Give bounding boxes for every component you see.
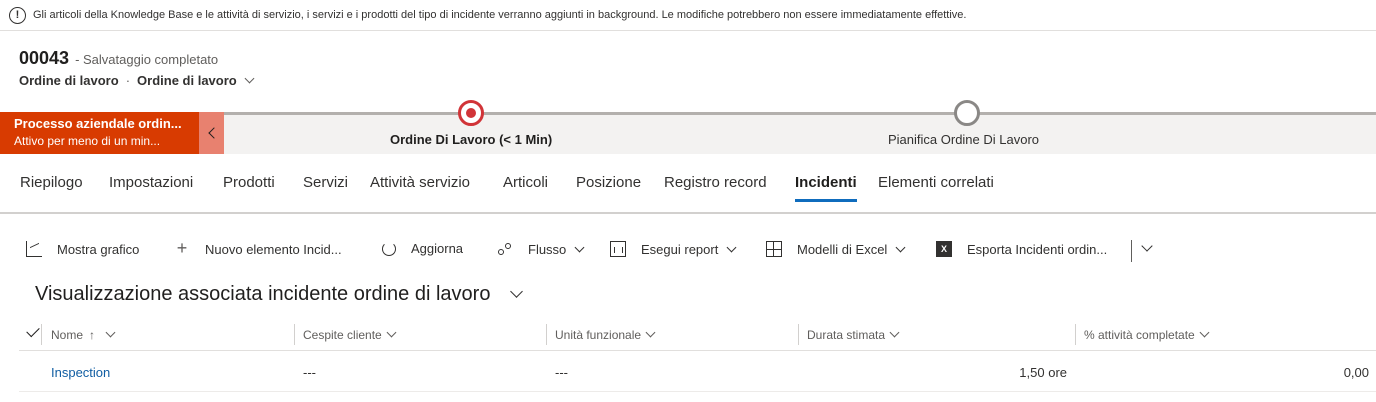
tab-articoli[interactable]: Articoli: [503, 174, 548, 191]
tab-riepilogo[interactable]: Riepilogo: [20, 174, 83, 191]
flow-label: Flusso: [528, 241, 567, 257]
run-report-label: Esegui report: [641, 241, 719, 257]
chart-icon: [26, 241, 42, 257]
business-process-flow: Processo aziendale ordin... Attivo per m…: [0, 100, 1376, 154]
chevron-down-icon: [1199, 327, 1210, 338]
stage-label-ordine-di-lavoro[interactable]: Ordine Di Lavoro (< 1 Min): [390, 132, 552, 147]
refresh-icon: [382, 241, 396, 256]
column-separator: [798, 324, 799, 345]
chevron-down-icon: [726, 242, 737, 252]
flow-icon: [497, 241, 513, 257]
entity-name: Ordine di lavoro: [19, 73, 119, 88]
plus-icon: +: [176, 238, 188, 258]
record-header: 00043 - Salvataggio completato Ordine di…: [19, 48, 255, 88]
column-header-durata[interactable]: Durata stimata: [807, 318, 900, 351]
show-chart-label: Mostra grafico: [57, 241, 140, 257]
notification-text: Gli articoli della Knowledge Base e le a…: [33, 9, 967, 21]
tab-prodotti[interactable]: Prodotti: [223, 174, 275, 191]
column-label: Cespite cliente: [303, 327, 382, 342]
process-duration: Attivo per meno di un min...: [14, 134, 161, 148]
info-icon: !: [9, 6, 26, 24]
column-separator: [546, 324, 547, 345]
table-row[interactable]: Inspection --- --- 1,50 ore 0,00: [19, 352, 1376, 392]
excel-export-icon: X: [936, 241, 952, 257]
estimated-duration-cell: 1,50 ore: [1019, 365, 1067, 380]
column-header-unita[interactable]: Unità funzionale: [555, 318, 656, 351]
export-incidents-button[interactable]: X Esporta Incidenti ordin...: [936, 241, 1107, 257]
entity-separator: ·: [125, 73, 131, 88]
excel-template-icon: [766, 241, 782, 257]
tab-elementi-correlati[interactable]: Elementi correlati: [878, 174, 994, 191]
column-separator: [294, 324, 295, 345]
stage-dot[interactable]: [954, 100, 980, 126]
command-bar: Mostra grafico + Nuovo elemento Incid...…: [0, 234, 1376, 266]
chevron-down-icon: [574, 242, 585, 252]
column-label: Durata stimata: [807, 327, 886, 342]
notification-bar: ! Gli articoli della Knowledge Base e le…: [0, 0, 1376, 31]
tab-impostazioni[interactable]: Impostazioni: [109, 174, 193, 191]
process-collapse-button[interactable]: [199, 112, 224, 154]
column-label: Unità funzionale: [555, 327, 642, 342]
view-title: Visualizzazione associata incidente ordi…: [35, 283, 491, 305]
refresh-button[interactable]: Aggiorna: [382, 241, 463, 256]
chevron-down-icon: [386, 327, 397, 338]
incident-name-link[interactable]: Inspection: [51, 365, 110, 380]
tab-registro-record[interactable]: Registro record: [664, 174, 767, 191]
percent-complete-cell: 0,00: [1343, 365, 1369, 380]
sort-ascending-icon: ↑: [89, 327, 96, 342]
grid-header: Nome ↑ Cespite cliente Unità funzionale …: [19, 318, 1376, 351]
column-header-cespite[interactable]: Cespite cliente: [303, 318, 397, 351]
column-header-percent[interactable]: % attività completate: [1084, 318, 1210, 351]
tab-attivita-servizio[interactable]: Attività servizio: [370, 174, 470, 191]
tab-incidenti[interactable]: Incidenti: [795, 174, 857, 202]
select-all-checkbox[interactable]: [26, 323, 40, 338]
column-separator: [1075, 324, 1076, 345]
form-tabs: Riepilogo Impostazioni Prodotti Servizi …: [0, 156, 1376, 214]
report-icon: [610, 241, 626, 257]
chevron-down-icon: [889, 327, 900, 338]
column-label: Nome: [51, 327, 84, 342]
show-chart-button[interactable]: Mostra grafico: [26, 241, 139, 257]
run-report-button[interactable]: Esegui report: [610, 241, 737, 257]
more-commands-button[interactable]: [1141, 242, 1153, 256]
view-selector[interactable]: Visualizzazione associata incidente ordi…: [35, 283, 524, 306]
chevron-down-icon: [105, 327, 116, 338]
chevron-down-icon: [510, 285, 524, 298]
process-active-flyout[interactable]: Processo aziendale ordin... Attivo per m…: [0, 112, 199, 154]
excel-templates-button[interactable]: Modelli di Excel: [766, 241, 906, 257]
record-id: 00043: [19, 48, 70, 68]
chevron-down-icon: [244, 73, 255, 84]
new-incident-label: Nuovo elemento Incid...: [205, 241, 342, 257]
command-divider: [1131, 240, 1132, 262]
chevron-down-icon: [645, 327, 656, 338]
process-track: [224, 112, 1376, 115]
column-header-nome[interactable]: Nome ↑: [51, 318, 116, 351]
excel-templates-label: Modelli di Excel: [797, 241, 888, 257]
tab-servizi[interactable]: Servizi: [303, 174, 348, 191]
stage-active-dot[interactable]: [458, 100, 484, 126]
column-separator: [41, 324, 42, 345]
column-label: % attività completate: [1084, 327, 1195, 342]
refresh-label: Aggiorna: [411, 241, 464, 256]
new-incident-button[interactable]: + Nuovo elemento Incid...: [174, 238, 342, 258]
export-incidents-label: Esporta Incidenti ordin...: [967, 241, 1108, 257]
stage-label-pianifica[interactable]: Pianifica Ordine Di Lavoro: [888, 132, 1039, 147]
form-selector[interactable]: Ordine di lavoro: [137, 73, 255, 88]
flow-button[interactable]: Flusso: [497, 241, 585, 257]
chevron-left-icon: [207, 127, 220, 139]
form-name: Ordine di lavoro: [137, 73, 237, 88]
save-status: - Salvataggio completato: [75, 52, 219, 67]
customer-asset-cell: ---: [303, 365, 316, 380]
functional-unit-cell: ---: [555, 365, 568, 380]
tab-posizione[interactable]: Posizione: [576, 174, 641, 191]
chevron-down-icon: [895, 242, 906, 252]
process-title: Processo aziendale ordin...: [14, 116, 182, 131]
